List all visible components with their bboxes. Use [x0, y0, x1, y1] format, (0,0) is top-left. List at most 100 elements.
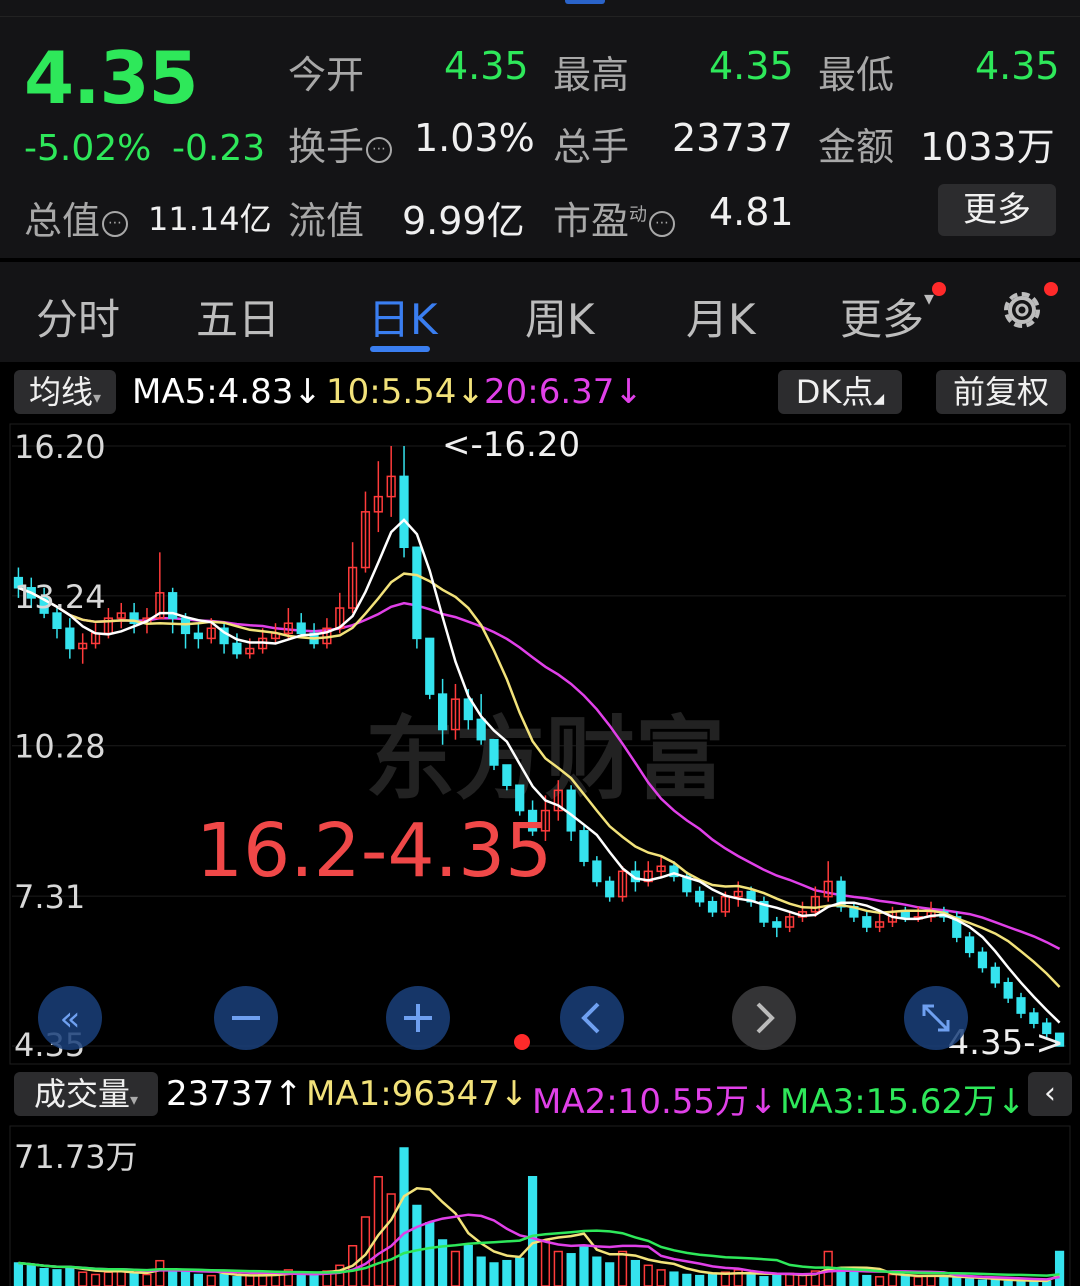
turnover-value: 1.03% [414, 116, 535, 160]
notification-dot [1044, 282, 1058, 296]
volume-bar [476, 1256, 486, 1286]
volume-chart[interactable]: 71.73万 [0, 1122, 1080, 1286]
zoom-out-button[interactable] [214, 986, 278, 1050]
volume-bar [463, 1245, 473, 1286]
settings-icon[interactable] [996, 284, 1048, 336]
volume-bar [1054, 1250, 1065, 1286]
rewind-button[interactable]: « [38, 986, 102, 1050]
volume-bar [129, 1272, 139, 1286]
tab-more[interactable]: 更多▾ [840, 286, 934, 347]
last-price: 4.35 [24, 36, 199, 120]
volume-bar [193, 1273, 203, 1286]
rewind-icon: « [60, 999, 81, 1039]
volume-readout: 23737↑ [166, 1074, 303, 1114]
total-hands-label: 总手 [553, 125, 630, 169]
divider [0, 16, 1080, 17]
volume-bar [579, 1245, 589, 1286]
period-tabs: 分时 五日 日K 周K 月K 更多▾ [0, 262, 1080, 362]
volume-bar [1003, 1280, 1013, 1286]
amount-label: 金额 [818, 125, 895, 169]
low-value: 4.35 [975, 44, 1060, 88]
tab-intraday[interactable]: 分时 [36, 286, 120, 347]
volume-bar [977, 1279, 988, 1286]
ma-selector[interactable]: 均线▾ [14, 370, 116, 414]
dk-point-button[interactable]: DK点◢ [778, 370, 902, 414]
candle-body [65, 627, 75, 650]
volume-selector[interactable]: 成交量▾ [14, 1072, 158, 1116]
volume-bar [617, 1250, 628, 1286]
candle-body [502, 764, 512, 786]
vol-ma1-readout: MA1:96347↓ [306, 1074, 529, 1114]
candle-body [566, 789, 576, 832]
volume-bar [425, 1222, 435, 1286]
candle-body [900, 911, 910, 918]
high-label: 最高 [553, 53, 630, 97]
ma20-readout: 20:6.37↓ [484, 372, 643, 412]
adjust-button[interactable]: 前复权 [936, 370, 1066, 414]
volume-bar [206, 1274, 216, 1286]
y-axis: 16.2013.2410.287.314.35 [14, 428, 106, 1064]
volume-bar [553, 1250, 563, 1286]
volume-bar [746, 1273, 756, 1286]
volume-bar [605, 1262, 615, 1286]
prev-button[interactable] [560, 986, 624, 1050]
volume-bar [669, 1271, 679, 1286]
mktcap-value: 11.14亿 [148, 200, 272, 238]
volume-bar [515, 1257, 525, 1286]
volume-bar [849, 1271, 859, 1286]
volume-ma-lines [18, 1187, 1061, 1283]
candle-body [605, 880, 615, 898]
tab-monthly-k[interactable]: 月K [686, 286, 756, 347]
candle-body [193, 632, 203, 640]
float-value: 9.99亿 [402, 199, 525, 243]
volume-bar [450, 1250, 461, 1286]
tab-weekly-k[interactable]: 周K [525, 286, 595, 347]
volume-bar [630, 1259, 641, 1286]
volume-bar [695, 1274, 705, 1286]
next-button[interactable] [732, 986, 796, 1050]
volume-bar [386, 1193, 396, 1286]
vol-ma3-path [18, 1229, 1060, 1277]
volume-bar [13, 1262, 24, 1286]
volume-bar [502, 1259, 512, 1286]
info-icon[interactable]: ⋯ [649, 210, 676, 237]
pe-value: 4.81 [709, 190, 794, 234]
volume-bar [103, 1271, 114, 1286]
volume-bar [772, 1274, 782, 1286]
total-hands-value: 23737 [672, 116, 793, 160]
volume-bar [232, 1276, 242, 1286]
volume-bar [540, 1239, 551, 1286]
volume-bar [964, 1278, 975, 1286]
chevron-down-icon: ▾ [129, 1090, 139, 1109]
volume-bar [682, 1273, 692, 1286]
zoom-in-button[interactable] [386, 986, 450, 1050]
y-tick-label: 13.24 [14, 578, 106, 616]
high-marker: <-16.20 [442, 425, 580, 465]
volume-bar [155, 1259, 165, 1286]
volume-bar [913, 1276, 923, 1286]
indicator-dot [514, 1034, 530, 1050]
volume-bar [862, 1274, 872, 1286]
top-indicator [565, 0, 605, 4]
range-annotation: 16.2-4.35 [196, 808, 552, 894]
volume-bar [656, 1269, 666, 1286]
candle-body [515, 784, 525, 812]
collapse-button[interactable]: ‹ [1028, 1072, 1072, 1116]
volume-bar [245, 1274, 255, 1286]
candle-body [476, 718, 486, 741]
tab-daily-k[interactable]: 日K [368, 286, 438, 347]
info-icon[interactable]: ⋯ [102, 210, 129, 237]
tab-five-day[interactable]: 五日 [196, 286, 280, 347]
volume-bar [759, 1276, 769, 1286]
more-button[interactable]: 更多 [938, 184, 1056, 236]
turnover-label: 换手 ⋯ [288, 116, 393, 171]
volume-bar [39, 1268, 49, 1286]
candlestick-chart[interactable]: 东方财富 16.2013.2410.287.314.35 <-16.20 4.3… [0, 420, 1080, 1070]
candle-body [1029, 1012, 1039, 1024]
fullscreen-button[interactable] [904, 986, 968, 1050]
candle-body [977, 951, 988, 969]
info-icon[interactable]: ⋯ [366, 136, 393, 163]
open-label: 今开 [288, 53, 365, 97]
volume-bar [990, 1279, 1000, 1286]
amount-value: 1033万 [920, 125, 1055, 169]
